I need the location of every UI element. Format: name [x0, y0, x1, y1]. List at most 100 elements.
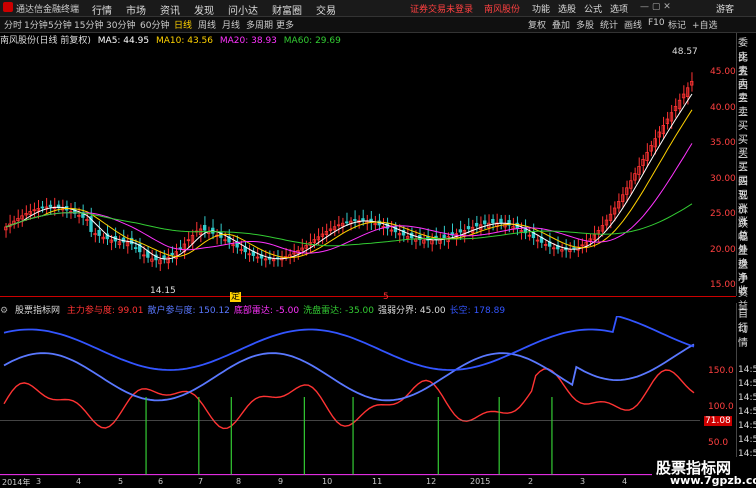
- menu-stock-select[interactable]: 选股: [558, 2, 576, 15]
- indicator-item-5: 长空: 178.89: [449, 306, 506, 316]
- menu-function[interactable]: 功能: [532, 2, 550, 15]
- candle-body: [170, 252, 174, 256]
- candle-body: [178, 247, 182, 250]
- tool-multi-stock[interactable]: 多股: [576, 18, 594, 31]
- indicator-item-4: 强弱分界: 45.00: [378, 306, 446, 316]
- ma5-label: MA5: 44.95: [97, 36, 150, 46]
- tool-adjust[interactable]: 复权: [528, 18, 546, 31]
- indicator-current-value: 71.08: [704, 416, 732, 426]
- period-monthly[interactable]: 月线: [222, 18, 240, 31]
- candle-body: [345, 221, 349, 224]
- ma60-label: MA60: 29.69: [283, 36, 341, 46]
- tick-time: 14:56: [738, 421, 756, 431]
- price-tick: 30.00: [710, 173, 736, 184]
- price-tick: 45.00: [710, 67, 736, 77]
- time-tick: 4: [76, 477, 82, 486]
- indicator-legend: ⚙ 股票指标网 主力参与度: 99.01 散户参与度: 150.12 底部雷达: -…: [0, 303, 700, 316]
- candle-body: [466, 226, 471, 230]
- ma-legend: 南风股份(日线 前复权) MA5: 44.95 MA10: 43.56 MA20…: [0, 33, 700, 46]
- menu-item-market[interactable]: 市场: [126, 2, 146, 17]
- login-notice[interactable]: 证券交易未登录: [410, 2, 473, 15]
- time-tick: 5: [118, 477, 124, 486]
- indicator-item-2: 底部雷达: -5.00: [233, 306, 300, 316]
- tick-time: 14:56: [738, 435, 756, 445]
- indicator-item-1: 散户参与度: 150.12: [147, 306, 230, 316]
- tool-mark[interactable]: 标记: [668, 18, 686, 31]
- indicator-tick: 100.0: [708, 402, 734, 412]
- period-multi[interactable]: 多周期: [246, 18, 273, 31]
- menu-formula[interactable]: 公式: [584, 2, 602, 15]
- menu-item-ask[interactable]: 问小达: [228, 2, 258, 17]
- tool-stats[interactable]: 统计: [600, 18, 618, 31]
- tool-add-watchlist[interactable]: +自选: [692, 18, 718, 31]
- tool-overlay[interactable]: 叠加: [552, 18, 570, 31]
- menu-item-wealth[interactable]: 财富圈: [272, 2, 302, 17]
- candle-body: [353, 219, 357, 222]
- user-guest[interactable]: 游客: [716, 2, 734, 15]
- main-participation-line: [3, 368, 695, 430]
- candlestick-chart[interactable]: [0, 46, 736, 296]
- indicator-item-3: 洗盘雷达: -35.00: [303, 306, 374, 316]
- candle-body: [483, 220, 487, 225]
- period-15min[interactable]: 15分钟: [74, 18, 103, 31]
- time-tick: 2: [528, 477, 534, 486]
- title-bar: 通达信金融终端 行情 市场 资讯 发现 问小达 财富圈 交易 证券交易未登录 南…: [0, 0, 756, 17]
- price-axis: 45.00 40.00 35.00 30.00 25.00 20.00 15.00: [704, 46, 736, 296]
- candle-body: [202, 225, 207, 231]
- candle-body: [97, 229, 101, 236]
- indicator-name[interactable]: 股票指标网: [15, 306, 60, 316]
- low-price-label: 14.15: [150, 286, 176, 296]
- quote-panel: 委比 卖五 卖四 卖三 卖二 卖一 买一 买二 买三 买四 买五 现价 涨跌 涨幅 总量 外盘 换手 净资 收益: [736, 33, 756, 312]
- indicator-item-0: 主力参与度: 99.01: [66, 306, 144, 316]
- menu-item-news[interactable]: 资讯: [160, 2, 180, 17]
- tick-time: 14:56: [738, 407, 756, 417]
- time-tick: 3: [580, 477, 586, 486]
- candle-body: [474, 222, 479, 227]
- candle-body: [572, 247, 576, 250]
- period-more[interactable]: 更多: [276, 18, 294, 31]
- watermark-badge: 股票指标网 www.7gpzb.com: [652, 457, 756, 487]
- period-weekly[interactable]: 周线: [198, 18, 216, 31]
- tool-draw[interactable]: 画线: [624, 18, 642, 31]
- indicator-icon[interactable]: ⚙: [0, 306, 8, 316]
- app-logo-icon: [3, 2, 13, 12]
- candle-body: [491, 218, 495, 224]
- tick-panel-field-1[interactable]: 行情: [738, 319, 756, 349]
- period-5min[interactable]: 5分钟: [48, 18, 72, 31]
- high-price-label: 48.57: [672, 47, 698, 57]
- price-tick: 25.00: [710, 209, 736, 219]
- tick-panel: 自动行情14:5614:5614:5614:5614:5614:5614:561…: [736, 303, 756, 487]
- period-60min[interactable]: 60分钟: [140, 18, 169, 31]
- candle-body: [499, 218, 503, 224]
- time-tick: 3: [36, 477, 42, 486]
- period-1min[interactable]: 1分钟: [24, 18, 48, 31]
- app-name: 通达信金融终端: [16, 5, 80, 15]
- price-tick: 15.00: [710, 280, 736, 290]
- event-mark-2[interactable]: 5: [383, 292, 389, 302]
- ma10-label: MA10: 43.56: [155, 36, 213, 46]
- badge-url: www.7gpzb.com: [670, 474, 756, 487]
- indicator-chart[interactable]: [0, 316, 736, 478]
- tick-time: 14:56: [738, 365, 756, 375]
- tick-time: 14:56: [738, 393, 756, 403]
- candle-body: [458, 229, 463, 233]
- period-30min[interactable]: 30分钟: [106, 18, 135, 31]
- period-timeshare[interactable]: 分时: [4, 18, 22, 31]
- ma20-label: MA20: 38.93: [219, 36, 277, 46]
- menu-item-discover[interactable]: 发现: [194, 2, 214, 17]
- menu-options[interactable]: 选项: [610, 2, 628, 15]
- menu-item-quotes[interactable]: 行情: [92, 2, 112, 17]
- time-tick: 11: [372, 477, 383, 486]
- stock-name-title: 南风股份: [484, 5, 521, 15]
- time-tick: 2014年: [2, 478, 31, 487]
- period-toolbar: 分时 1分钟 5分钟 15分钟 30分钟 60分钟 日线 周线 月线 多周期 更…: [0, 17, 756, 33]
- period-daily[interactable]: 日线: [174, 18, 192, 31]
- time-tick: 7: [198, 477, 204, 486]
- time-tick: 9: [278, 477, 284, 486]
- tool-f10[interactable]: F10: [648, 18, 665, 28]
- menu-item-trade[interactable]: 交易: [316, 2, 336, 17]
- event-mark-1[interactable]: 定: [230, 292, 242, 302]
- window-controls-icon[interactable]: — ▢ ✕: [640, 2, 671, 12]
- tick-time: 14:56: [738, 379, 756, 389]
- pane-divider: [0, 296, 736, 297]
